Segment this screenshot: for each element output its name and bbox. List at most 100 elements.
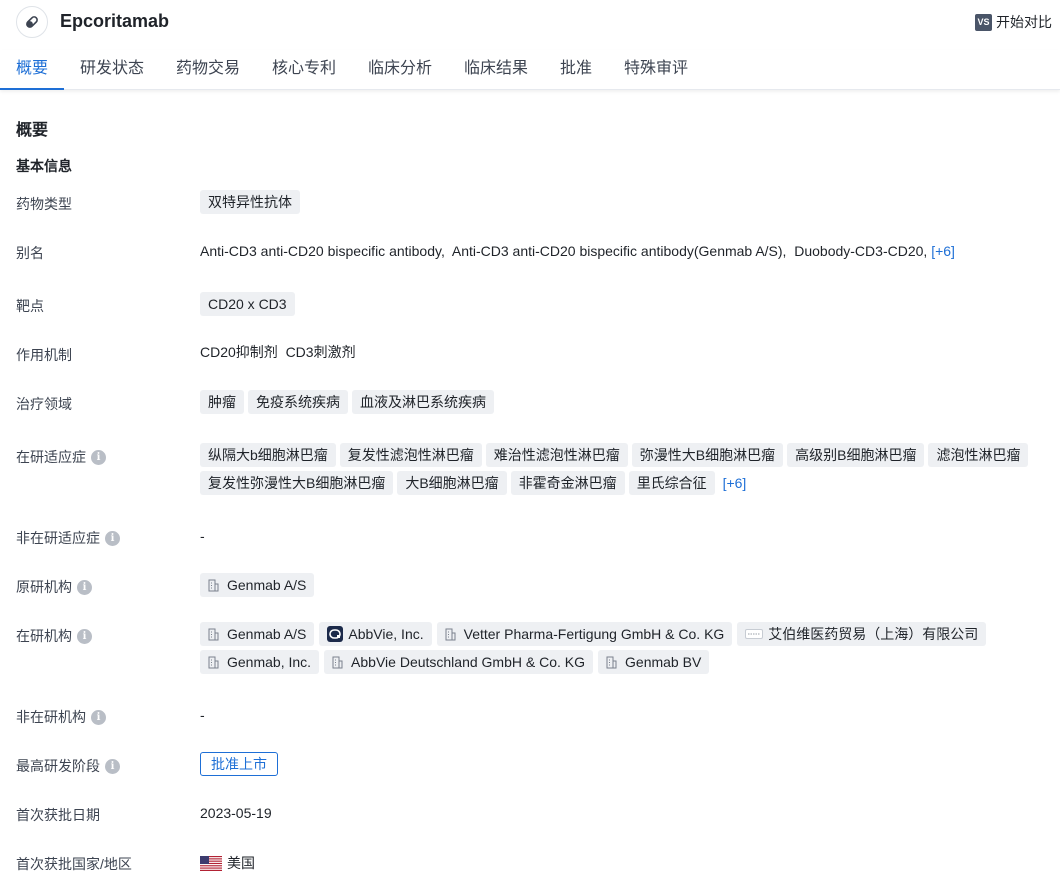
org-tag[interactable]: Genmab A/S xyxy=(200,622,315,646)
tab-approval[interactable]: 批准 xyxy=(544,50,608,90)
info-icon[interactable]: i xyxy=(91,709,106,725)
mechanism-label: 作用机制 xyxy=(16,347,72,363)
therapeutic-area-tag[interactable]: 免疫系统疾病 xyxy=(248,390,348,414)
inactive-orgs-value: - xyxy=(200,707,205,723)
drug-header: Epcoritamab VS 开始对比 xyxy=(0,0,1060,44)
tab-rd-status[interactable]: 研发状态 xyxy=(64,50,160,90)
info-icon[interactable]: i xyxy=(105,758,120,774)
inactive-indications-label-text: 非在研适应症 xyxy=(16,530,100,546)
indication-tag[interactable]: 复发性弥漫性大B细胞淋巴瘤 xyxy=(200,471,394,495)
target-tag[interactable]: CD20 x CD3 xyxy=(200,292,295,316)
indication-tag[interactable]: 纵隔大b细胞淋巴瘤 xyxy=(200,443,336,467)
building-icon xyxy=(445,628,456,640)
abbvie-logo-icon xyxy=(327,626,344,642)
org-name: Genmab, Inc. xyxy=(227,654,312,670)
alias-label: 别名 xyxy=(16,245,44,261)
first-approval-country-label: 首次获批国家/地区 xyxy=(16,856,132,872)
first-approval-date-value: 2023-05-19 xyxy=(200,805,272,821)
info-icon[interactable]: i xyxy=(91,449,106,465)
org-name: AbbVie Deutschland GmbH & Co. KG xyxy=(351,654,586,670)
start-compare-button[interactable]: VS 开始对比 xyxy=(975,12,1052,32)
inactive-orgs-label-text: 非在研机构 xyxy=(16,709,86,725)
originator-label-text: 原研机构 xyxy=(16,579,72,595)
tab-special-review[interactable]: 特殊审评 xyxy=(608,50,704,90)
indications-more-link[interactable]: [+6] xyxy=(723,475,747,491)
org-tag[interactable]: Vetter Pharma-Fertigung GmbH & Co. KG xyxy=(436,622,733,646)
active-orgs-row2: Genmab, Inc. AbbVie Deutschland GmbH & C… xyxy=(200,650,714,674)
originator-label: 原研机构 i xyxy=(16,577,92,597)
active-indications-row2: 复发性弥漫性大B细胞淋巴瘤 大B细胞淋巴瘤 非霍奇金淋巴瘤 里氏综合征 [+6] xyxy=(200,471,746,495)
tab-bar: 概要 研发状态 药物交易 核心专利 临床分析 临床结果 批准 特殊审评 xyxy=(0,50,1060,90)
tab-deals[interactable]: 药物交易 xyxy=(160,50,256,90)
active-orgs-label: 在研机构 i xyxy=(16,626,92,646)
vs-icon: VS xyxy=(975,13,992,31)
active-indications-label-text: 在研适应症 xyxy=(16,449,86,465)
indication-tag[interactable]: 里氏综合征 xyxy=(628,471,715,495)
therapeutic-area-label: 治疗领域 xyxy=(16,396,72,412)
drug-title: Epcoritamab xyxy=(60,11,170,31)
drug-type-tag: 双特异性抗体 xyxy=(200,190,300,214)
indication-tag[interactable]: 非霍奇金淋巴瘤 xyxy=(510,471,625,495)
org-tag[interactable]: Genmab BV xyxy=(598,650,710,674)
drug-type-label: 药物类型 xyxy=(16,196,72,212)
pill-icon xyxy=(16,6,48,38)
therapeutic-area-tag[interactable]: 血液及淋巴系统疾病 xyxy=(352,390,494,414)
tab-overview[interactable]: 概要 xyxy=(0,50,65,90)
info-icon[interactable]: i xyxy=(77,579,92,595)
building-icon xyxy=(606,656,617,668)
originator-value: Genmab A/S xyxy=(200,573,319,597)
abbvie-cn-logo-icon xyxy=(745,629,764,639)
indication-tag[interactable]: 复发性滤泡性淋巴瘤 xyxy=(339,443,482,467)
building-icon xyxy=(208,628,219,640)
mechanism-value: CD20抑制剂 CD3刺激剂 xyxy=(200,344,356,360)
org-name: Vetter Pharma-Fertigung GmbH & Co. KG xyxy=(463,626,725,642)
first-approval-country-value: 美国 xyxy=(200,853,255,873)
tab-clinical-results[interactable]: 临床结果 xyxy=(448,50,544,90)
indication-tag[interactable]: 弥漫性大B细胞淋巴瘤 xyxy=(631,443,784,467)
active-indications-label: 在研适应症 i xyxy=(16,447,106,467)
org-name: Genmab A/S xyxy=(227,577,307,593)
tab-patents[interactable]: 核心专利 xyxy=(256,50,352,90)
org-name: AbbVie, Inc. xyxy=(348,626,424,642)
org-tag[interactable]: Genmab A/S xyxy=(200,573,315,597)
org-tag[interactable]: 艾伯维医药贸易（上海）有限公司 xyxy=(737,622,987,646)
org-name: Genmab A/S xyxy=(227,626,307,642)
highest-phase-label: 最高研发阶段 i xyxy=(16,756,120,776)
highest-phase-value: 批准上市 xyxy=(200,752,278,776)
org-name: 艾伯维医药贸易（上海）有限公司 xyxy=(768,626,979,642)
target-value: CD20 x CD3 xyxy=(200,292,299,316)
basic-info-title: 基本信息 xyxy=(16,158,72,174)
info-icon[interactable]: i xyxy=(105,530,120,546)
indication-tag[interactable]: 高级别B细胞淋巴瘤 xyxy=(787,443,925,467)
indication-tag[interactable]: 大B细胞淋巴瘤 xyxy=(397,471,507,495)
inactive-indications-value: - xyxy=(200,528,205,544)
building-icon xyxy=(332,656,343,668)
us-flag-icon xyxy=(200,855,222,871)
active-orgs-row1: Genmab A/S AbbVie, Inc. Vetter Pharma-Fe… xyxy=(200,622,991,646)
inactive-orgs-label: 非在研机构 i xyxy=(16,707,106,727)
indication-tag[interactable]: 难治性滤泡性淋巴瘤 xyxy=(485,443,628,467)
alias-more-link[interactable]: [+6] xyxy=(931,243,955,259)
first-approval-date-label: 首次获批日期 xyxy=(16,807,100,823)
active-indications-row1: 纵隔大b细胞淋巴瘤 复发性滤泡性淋巴瘤 难治性滤泡性淋巴瘤 弥漫性大B细胞淋巴瘤 高级别… xyxy=(200,443,1029,467)
tab-clinical-analysis[interactable]: 临床分析 xyxy=(352,50,448,90)
info-icon[interactable]: i xyxy=(77,628,92,644)
active-orgs-label-text: 在研机构 xyxy=(16,628,72,644)
section-title: 概要 xyxy=(16,122,49,139)
highest-phase-label-text: 最高研发阶段 xyxy=(16,758,100,774)
alias-value: Anti-CD3 anti-CD20 bispecific antibody, … xyxy=(200,243,955,259)
alias-text: Anti-CD3 anti-CD20 bispecific antibody, … xyxy=(200,243,928,259)
building-icon xyxy=(208,656,219,668)
indication-tag[interactable]: 滤泡性淋巴瘤 xyxy=(928,443,1029,467)
org-tag[interactable]: AbbVie, Inc. xyxy=(319,622,432,646)
drug-type-value: 双特异性抗体 xyxy=(200,190,304,214)
target-label: 靶点 xyxy=(16,298,44,314)
stage-tag[interactable]: 批准上市 xyxy=(200,752,278,776)
org-tag[interactable]: AbbVie Deutschland GmbH & Co. KG xyxy=(324,650,594,674)
org-tag[interactable]: Genmab, Inc. xyxy=(200,650,320,674)
compare-label: 开始对比 xyxy=(996,14,1052,30)
therapeutic-area-value: 肿瘤 免疫系统疾病 血液及淋巴系统疾病 xyxy=(200,390,498,414)
org-name: Genmab BV xyxy=(625,654,702,670)
country-name: 美国 xyxy=(227,855,255,871)
therapeutic-area-tag[interactable]: 肿瘤 xyxy=(200,390,244,414)
